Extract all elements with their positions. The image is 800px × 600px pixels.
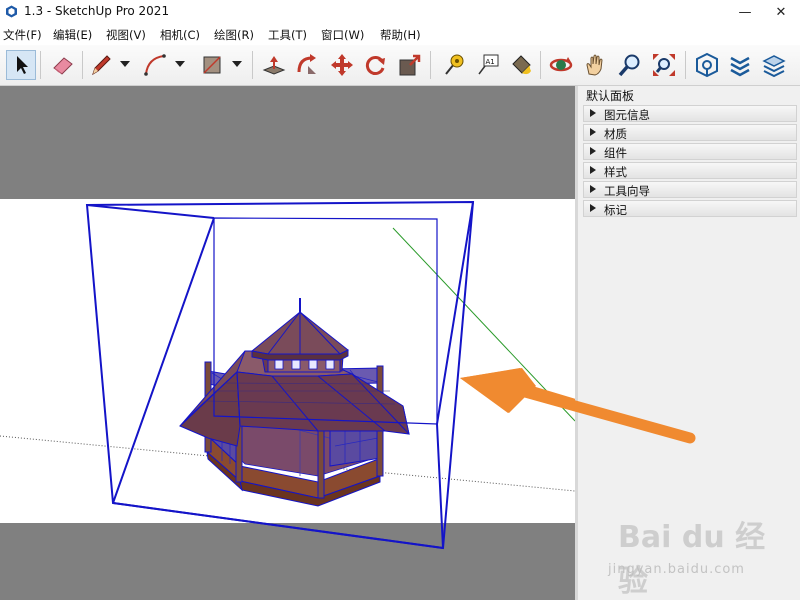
rotate-icon [365,56,385,75]
tray-instructor[interactable]: 工具向导 [583,181,797,198]
menu-help[interactable]: 帮助(H) [380,27,421,43]
arc-icon [144,54,166,76]
toolbar-separator [82,51,83,79]
pencil-tool-button[interactable] [86,50,116,80]
baidu-watermark: Bai du 经验 jingyan.baidu.com [608,512,768,599]
menu-file[interactable]: 文件(F) [3,27,42,43]
close-button[interactable]: ✕ [768,2,794,22]
select-tool-button[interactable] [6,50,36,80]
panel-title: 默认面板 [586,89,635,103]
expand-arrow-icon [590,128,596,136]
text-tool-glyph: A1 [486,58,495,66]
toolbar-separator [40,51,41,79]
tray-label: 图元信息 [604,108,650,122]
toolbar-separator [252,51,253,79]
tray-label: 标记 [604,203,627,217]
zoom-extents-icon [653,54,675,76]
tray-materials[interactable]: 材质 [583,124,797,141]
tray-label: 样式 [604,165,627,179]
tray-entity-info[interactable]: 图元信息 [583,105,797,122]
layout-stack-icon [762,55,786,78]
dropdown-arrow-icon [120,61,130,67]
close-icon: ✕ [775,4,787,20]
text-label-icon: A1 [478,54,499,75]
menu-view[interactable]: 视图(V) [106,27,146,43]
toolbar-separator [685,51,686,79]
menu-edit[interactable]: 编辑(E) [53,27,92,43]
arc-dropdown[interactable] [174,57,186,71]
follow-me-tool-button[interactable] [292,50,322,80]
toolbar-separator [430,51,431,79]
expand-arrow-icon [590,185,596,193]
annotation-arrow [460,368,575,413]
minimize-button[interactable]: — [732,2,758,22]
extension-warehouse-button[interactable] [725,50,755,80]
tray-tags[interactable]: 标记 [583,200,797,217]
tray-styles[interactable]: 样式 [583,162,797,179]
expand-arrow-icon [590,147,596,155]
orbit-tool-button[interactable] [546,50,576,80]
eraser-tool-button[interactable] [48,50,78,80]
window-title: 1.3 - SketchUp Pro 2021 [24,4,170,18]
model-scene [0,200,575,550]
scale-tool-button[interactable] [395,50,425,80]
rectangle-icon [203,56,221,74]
tray-label: 工具向导 [604,184,650,198]
pan-tool-button[interactable] [580,50,610,80]
menu-camera[interactable]: 相机(C) [160,27,200,43]
tray-label: 组件 [604,146,627,160]
rotate-tool-button[interactable] [360,50,390,80]
dropdown-arrow-icon [175,61,185,67]
watermark-logo: Bai du 经验 [618,520,766,599]
expand-arrow-icon [590,166,596,174]
hand-icon [586,54,603,76]
pencil-dropdown[interactable] [119,57,131,71]
minimize-icon: — [738,4,752,20]
tape-measure-icon [445,54,464,75]
scale-icon [399,54,421,76]
tape-measure-tool-button[interactable] [438,50,468,80]
rectangle-tool-button[interactable] [197,50,227,80]
move-tool-button[interactable] [327,50,357,80]
model-viewport[interactable] [0,86,575,600]
main-toolbar: A1 [0,45,800,86]
move-arrows-icon [331,54,353,76]
tray-components[interactable]: 组件 [583,143,797,160]
3d-warehouse-icon [696,52,718,78]
follow-me-icon [297,54,316,74]
toolbar-separator [540,51,541,79]
watermark-url: jingyan.baidu.com [608,562,745,577]
cursor-arrow-icon [17,56,28,74]
eraser-icon [53,57,73,75]
text-tool-button[interactable]: A1 [473,50,503,80]
expand-arrow-icon [590,204,596,212]
push-pull-icon [262,56,286,75]
rectangle-dropdown[interactable] [231,57,243,71]
menu-draw[interactable]: 绘图(R) [214,27,254,43]
pencil-icon [92,55,111,76]
menu-bar: 文件(F) 编辑(E) 视图(V) 相机(C) 绘图(R) 工具(T) 窗口(W… [0,24,800,45]
push-pull-tool-button[interactable] [259,50,289,80]
orbit-icon [549,57,573,72]
zoom-extents-tool-button[interactable] [649,50,679,80]
tray-label: 材质 [604,127,627,141]
magnifier-icon [618,54,640,77]
arc-tool-button[interactable] [140,50,170,80]
dropdown-arrow-icon [232,61,242,67]
paint-bucket-tool-button[interactable] [506,50,536,80]
title-bar: 1.3 - SketchUp Pro 2021 — ✕ [0,0,800,24]
menu-tools[interactable]: 工具(T) [268,27,307,43]
expand-arrow-icon [590,109,596,117]
layout-button[interactable] [759,50,789,80]
3d-warehouse-button[interactable] [692,50,722,80]
zoom-tool-button[interactable] [615,50,645,80]
sketchup-app-icon [6,5,17,18]
menu-window[interactable]: 窗口(W) [321,27,364,43]
extension-warehouse-icon [730,56,750,77]
paint-bucket-icon [512,55,531,75]
